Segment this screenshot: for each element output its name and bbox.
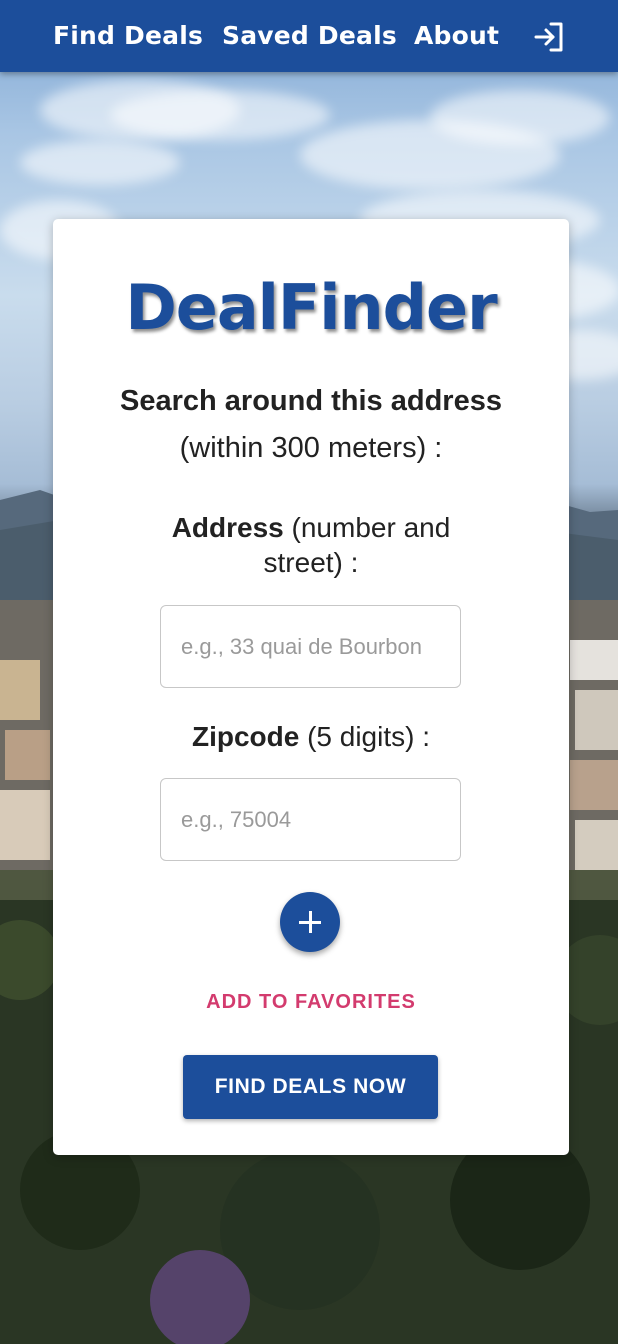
nav-saved-deals[interactable]: Saved Deals — [222, 18, 397, 54]
top-nav-bar: Find Deals Saved Deals About — [0, 0, 618, 72]
search-heading: Search around this address — [120, 385, 502, 417]
search-card: DealFinder Search around this address (w… — [53, 219, 569, 1155]
find-deals-now-button[interactable]: FIND DEALS NOW — [183, 1055, 438, 1119]
zipcode-label-bold: Zipcode — [191, 721, 300, 752]
app-logo: DealFinder — [125, 271, 497, 344]
plus-icon[interactable] — [280, 892, 340, 952]
address-label: Address (number and street) : — [133, 510, 489, 580]
nav-find-deals[interactable]: Find Deals — [53, 18, 203, 54]
search-radius-note: (within 300 meters) : — [179, 432, 443, 464]
address-label-bold: Address — [171, 512, 284, 543]
address-label-rest: (number and street) : — [263, 512, 451, 578]
nav-about[interactable]: About — [414, 18, 499, 54]
zipcode-label: Zipcode (5 digits) : — [133, 719, 489, 754]
add-to-favorites-button[interactable]: ADD TO FAVORITES — [53, 991, 569, 1014]
zipcode-label-rest: (5 digits) : — [299, 721, 431, 752]
zipcode-input[interactable] — [160, 778, 461, 861]
login-icon[interactable] — [532, 20, 566, 54]
address-input[interactable] — [160, 605, 461, 688]
